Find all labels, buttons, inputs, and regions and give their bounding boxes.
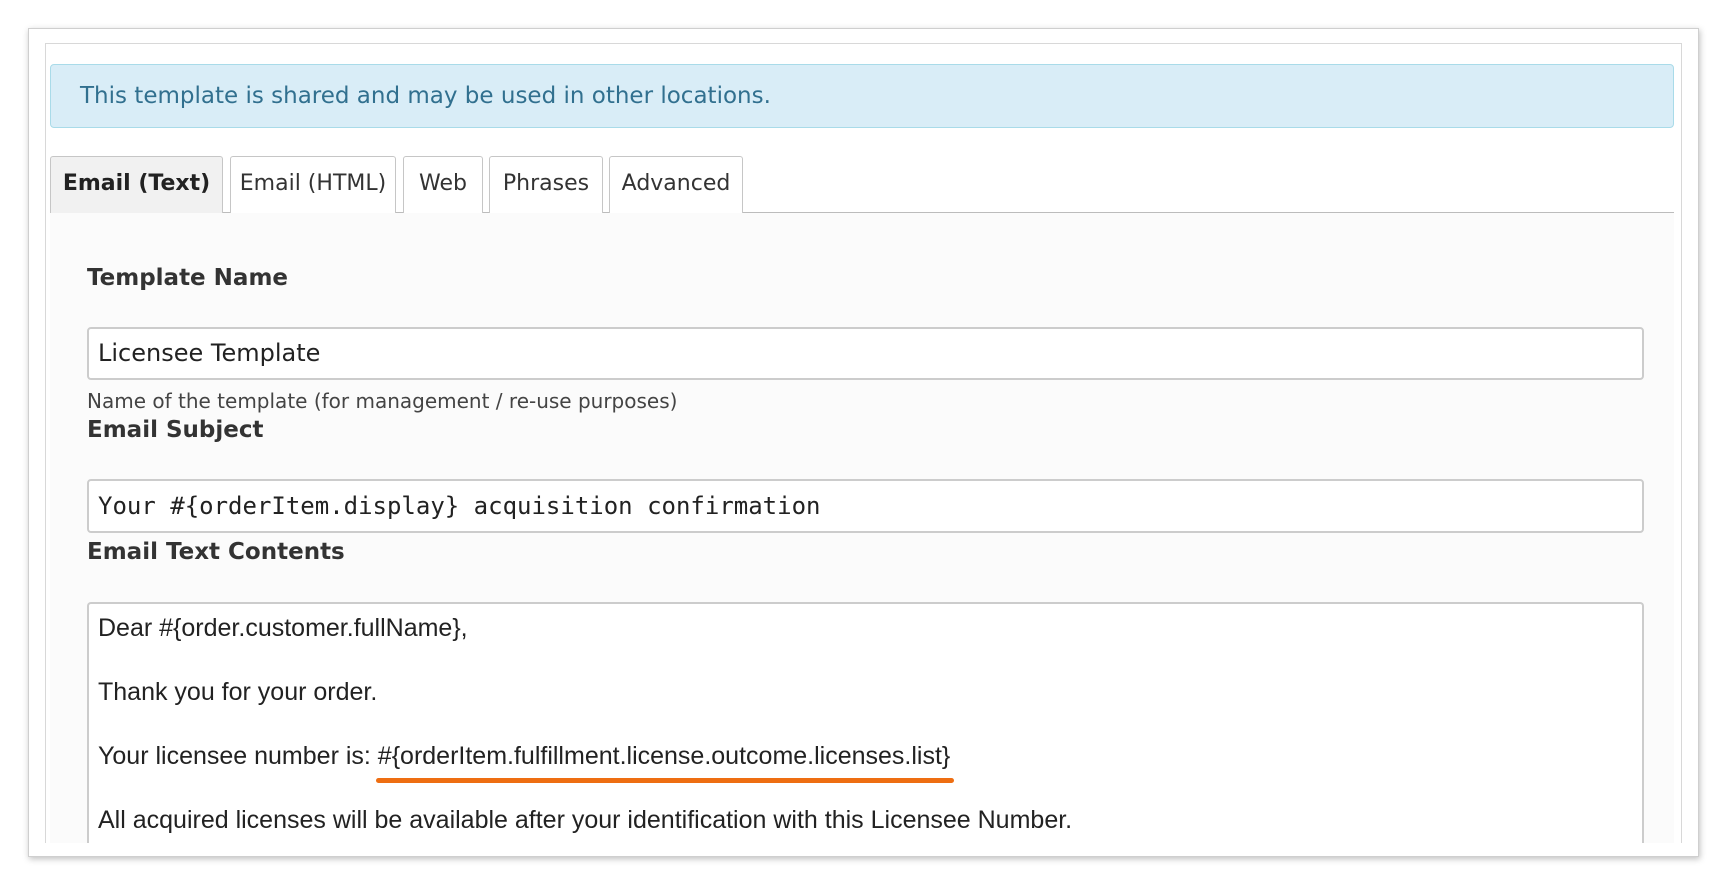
shared-template-alert: This template is shared and may be used … [50, 64, 1674, 128]
template-editor-panel: This template is shared and may be used … [45, 43, 1682, 843]
licensee-number-placeholder: #{orderItem.fulfillment.license.outcome.… [375, 742, 955, 783]
email-text-contents-label: Email Text Contents [87, 539, 345, 565]
email-subject-label: Email Subject [87, 417, 264, 443]
alert-text: This template is shared and may be used … [80, 83, 771, 109]
email-line-licensee-number: Your licensee number is: #{orderItem.ful… [98, 742, 955, 783]
email-line-thanks: Thank you for your order. [98, 678, 378, 706]
template-name-label: Template Name [87, 265, 289, 291]
email-line-availability: All acquired licenses will be available … [98, 806, 1073, 834]
template-name-input[interactable]: Licensee Template [87, 327, 1644, 380]
tab-content-email-text: Template Name Licensee Template Name of … [50, 213, 1674, 843]
email-subject-input[interactable]: Your #{orderItem.display} acquisition co… [87, 479, 1644, 533]
tab-bar: Email (Text) Email (HTML) Web Phrases Ad… [50, 156, 1674, 214]
tab-advanced[interactable]: Advanced [609, 156, 743, 213]
licensee-number-placeholder-text: #{orderItem.fulfillment.license.outcome.… [377, 742, 951, 770]
tab-email-text[interactable]: Email (Text) [50, 156, 223, 214]
tab-web[interactable]: Web [403, 156, 483, 213]
highlight-underline [375, 778, 955, 783]
licensee-number-prefix: Your licensee number is: [98, 742, 378, 770]
tab-email-html[interactable]: Email (HTML) [230, 156, 396, 213]
email-text-contents-textarea[interactable]: Dear #{order.customer.fullName}, Thank y… [87, 602, 1644, 843]
tab-phrases[interactable]: Phrases [489, 156, 603, 213]
email-line-greeting: Dear #{order.customer.fullName}, [98, 614, 468, 642]
screenshot-frame: This template is shared and may be used … [28, 28, 1699, 857]
template-name-help-text: Name of the template (for management / r… [87, 389, 678, 413]
